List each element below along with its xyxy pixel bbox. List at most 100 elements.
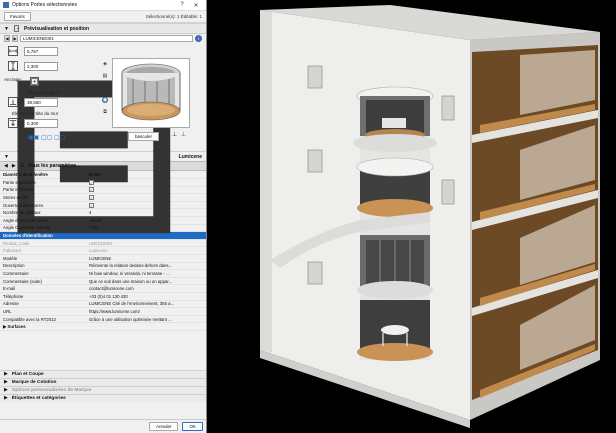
checkbox[interactable]: ✓ <box>89 195 94 201</box>
id-row: ◀ ▶ LUMICENE001 i <box>0 34 206 43</box>
surfaces-label: Surfaces <box>7 323 26 329</box>
section-cotation-header[interactable]: ▶ Marque de Cotation <box>0 378 206 386</box>
building-cutaway-image <box>260 5 600 428</box>
chevron-down-icon: ▼ <box>4 25 9 32</box>
prev-arrow-icon[interactable]: ◀ <box>4 35 10 42</box>
width-icon <box>8 46 18 56</box>
view-plan-icon[interactable]: ▤ <box>102 73 108 79</box>
param-name: E-mail <box>0 284 86 293</box>
elevation-icon <box>8 118 18 128</box>
section-marque-label: Options personnalisées de Marque <box>11 388 92 393</box>
table-row[interactable]: URL https://www.lumicene.com/ <box>0 307 206 316</box>
next-arrow-icon[interactable]: ▶ <box>12 35 18 42</box>
nav-label[interactable]: Tous les paramètres... <box>28 163 80 169</box>
section-lumicene-header[interactable]: ▼ Lumicene <box>0 80 206 233</box>
table-row[interactable]: Adresse LUMICENE Cité de l'environnement,… <box>0 300 206 309</box>
view-elevation-icon[interactable]: ◉ <box>102 97 108 103</box>
height-input[interactable]: 2,300 <box>24 62 58 71</box>
param-value[interactable]: +33 (0)4 01 130 430 <box>86 292 206 301</box>
param-value[interactable]: Ni bow window, ni veranda, ni terrasse -… <box>86 269 206 278</box>
title-bar: Options Portes sélectionnées ? ✕ <box>0 0 206 11</box>
chevron-right-icon: ▶ <box>4 372 8 377</box>
surfaces-row[interactable]: ▶ Surfaces <box>0 322 206 331</box>
param-name: Fabricant <box>0 246 86 256</box>
chevron-right-icon: ▶ <box>4 396 8 401</box>
param-name: Commentaire (suite) <box>0 277 86 286</box>
param-name: Adresse <box>0 300 86 309</box>
param-name: Compatible avec la RT2012 <box>0 315 86 324</box>
close-button[interactable]: ✕ <box>189 2 203 9</box>
table-row[interactable]: Fabricant Lumicene <box>0 246 206 256</box>
checkbox[interactable]: ✓ <box>89 187 94 193</box>
section-preview-label: Prévisualisation et position <box>24 25 90 32</box>
section-etiquettes-label: Étiquettes et catégories <box>11 396 66 401</box>
appui-input[interactable]: 38,560 <box>24 98 58 107</box>
cancel-button[interactable]: Annuler <box>148 422 179 431</box>
table-row[interactable]: Modèle LUMICENE <box>0 254 206 263</box>
param-value[interactable]: LUMICENE <box>86 254 206 263</box>
lumicene-preview-icon <box>121 63 181 121</box>
collapsed-sections: ▶ Plan et Coupe ▶ Marque de Cotation ▶ O… <box>0 370 206 402</box>
param-value[interactable]: Grâce à une utilisation optimisée mettan… <box>86 315 206 324</box>
param-value: Lumicene <box>86 246 206 256</box>
door-preview <box>112 58 190 128</box>
section-plan-header[interactable]: ▶ Plan et Coupe <box>0 370 206 378</box>
checkbox[interactable]: ✓ <box>89 202 94 208</box>
table-row[interactable]: E-mail contact@lumicene.com <box>0 284 206 293</box>
id-input[interactable]: LUMICENE001 <box>20 35 193 42</box>
width-input[interactable]: 5,757 <box>24 47 58 56</box>
param-name: Téléphone <box>0 292 86 301</box>
anchor-icon[interactable] <box>30 77 39 86</box>
ok-button[interactable]: OK <box>182 422 203 431</box>
section-marque-header[interactable]: ▶ Options personnalisées de Marque <box>0 386 206 394</box>
table-row[interactable]: Commentaire (suite) Que ce soit dans une … <box>0 277 206 286</box>
section-preview-header[interactable]: ▼ Prévisualisation et position <box>0 23 206 34</box>
appui-label: Appui à étage 0 <box>28 90 60 95</box>
section-lumicene-label: Lumicene <box>178 153 202 160</box>
chevron-right-icon: ▶ <box>4 388 8 393</box>
sill-icon <box>8 97 18 107</box>
mirror-left-icon[interactable]: ⊥ <box>172 131 177 138</box>
table-row[interactable]: Téléphone +33 (0)4 01 130 430 <box>0 292 206 301</box>
anchor-label: Ancrage : <box>4 77 24 82</box>
param-value[interactable]: https://www.lumicene.com/ <box>86 307 206 316</box>
height-icon <box>8 61 18 71</box>
table-row[interactable]: Commentaire Ni bow window, ni veranda, ni… <box>0 269 206 278</box>
param-name: Commentaire <box>0 269 86 278</box>
param-value[interactable]: Réinvente la relation dedans-dehors dans… <box>86 262 206 271</box>
door-icon <box>14 25 19 32</box>
view-section-icon[interactable]: ▥ <box>102 85 108 91</box>
favorites-button[interactable]: Favoris <box>4 12 31 21</box>
mirror-right-icon[interactable]: ⊥ <box>181 131 186 138</box>
param-name: Modèle <box>0 254 86 263</box>
button-bar: Annuler OK <box>0 419 206 433</box>
anchor-options-icon[interactable]: ▣▣ ▢▢ ▢▢ <box>28 134 65 141</box>
section-cotation-label: Marque de Cotation <box>11 380 57 385</box>
window-title: Options Portes sélectionnées <box>12 2 78 8</box>
app-icon <box>3 2 9 8</box>
info-icon[interactable]: i <box>195 35 202 42</box>
table-row[interactable]: Description Réinvente la relation dedans-… <box>0 262 206 271</box>
param-value[interactable]: LUMICENE Cité de l'environnement, 355 a.… <box>86 300 206 309</box>
view-3d-icon[interactable]: ◈ <box>102 61 108 67</box>
forward-arrow-icon[interactable]: ▶ <box>12 163 16 169</box>
preview-panel: 5,757 2,300 Ancrage : Appui à étage 0 38… <box>0 43 206 151</box>
elevation-input[interactable]: 0,300 <box>24 119 58 128</box>
basculer-button[interactable]: basculer <box>128 132 160 141</box>
back-arrow-icon[interactable]: ◀ <box>4 163 8 169</box>
list-icon: ☰ <box>19 163 25 169</box>
table-row[interactable]: Compatible avec la RT2012 Grâce à une uti… <box>0 315 206 324</box>
checkbox[interactable]: ✓ <box>89 179 94 185</box>
chevron-right-icon: ▶ <box>4 380 8 385</box>
flip-icon[interactable]: ⇄ <box>114 131 119 138</box>
view-axon-icon[interactable]: ⧉ <box>102 109 108 115</box>
building-render <box>220 0 616 433</box>
help-button[interactable]: ? <box>175 2 189 8</box>
favorites-row: Favoris Sélectionné(s): 1 Éditable: 1 <box>0 11 206 23</box>
door-options-dialog: Options Portes sélectionnées ? ✕ Favoris… <box>0 0 207 433</box>
section-etiquettes-header[interactable]: ▶ Étiquettes et catégories <box>0 394 206 402</box>
param-value[interactable]: Que ce soit dans une maison ou un appar.… <box>86 277 206 286</box>
selection-info: Sélectionné(s): 1 Éditable: 1 <box>145 14 202 19</box>
param-name: Description <box>0 262 86 271</box>
param-value[interactable]: contact@lumicene.com <box>86 284 206 293</box>
